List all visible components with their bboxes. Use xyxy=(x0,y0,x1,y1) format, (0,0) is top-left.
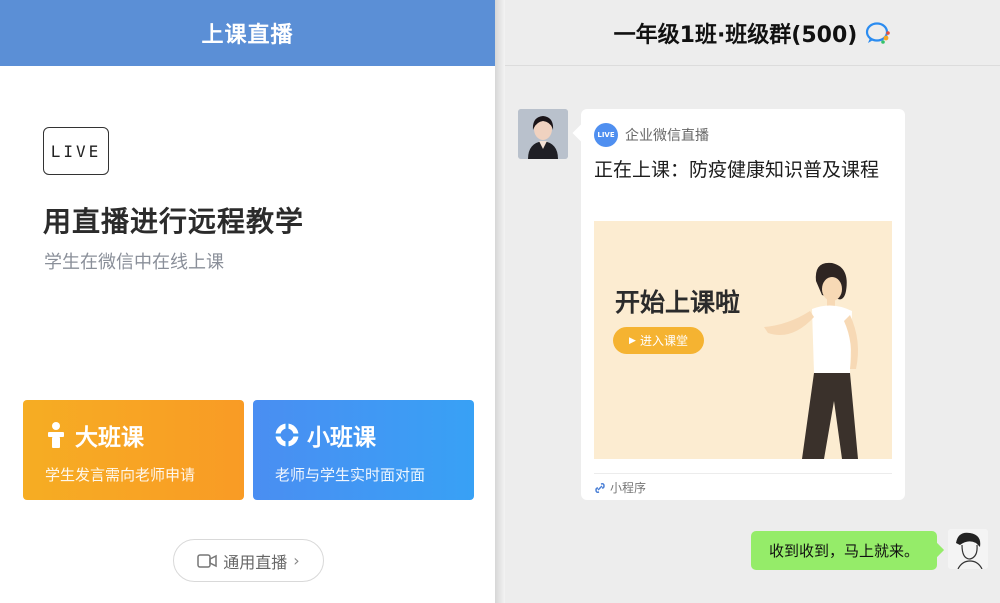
mini-program-row: 小程序 xyxy=(594,473,892,496)
banner-title: 开始上课啦 xyxy=(615,288,741,317)
big-class-button[interactable]: 大班课 学生发言需向老师申请 xyxy=(23,400,244,500)
small-class-title: 小班课 xyxy=(307,425,376,451)
chat-title: 一年级1班·班级群(500) xyxy=(613,22,858,48)
ring-icon xyxy=(275,423,299,447)
wecom-chat-icon xyxy=(866,21,891,44)
my-avatar[interactable] xyxy=(948,529,988,569)
live-badge-icon: LIVE xyxy=(594,123,618,147)
small-class-title-row: 小班课 xyxy=(275,418,452,452)
live-share-card[interactable]: LIVE 企业微信直播 正在上课：防疫健康知识普及课程 开始上课啦 ▶ 进入课堂 xyxy=(581,109,905,500)
general-live-label: 通用直播 xyxy=(223,552,288,572)
person-icon xyxy=(48,422,64,448)
small-class-button[interactable]: 小班课 老师与学生实时面对面 xyxy=(253,400,474,500)
feature-subtitle: 学生在微信中在线上课 xyxy=(44,252,224,273)
big-class-title-row: 大班课 xyxy=(45,418,222,452)
big-class-desc: 学生发言需向老师申请 xyxy=(45,466,196,484)
mini-program-label: 小程序 xyxy=(610,481,647,495)
chat-header: 一年级1班·班级群(500) xyxy=(505,0,1000,66)
reply-message-bubble[interactable]: 收到收到，马上就来。 xyxy=(751,531,937,570)
card-source: 企业微信直播 xyxy=(625,128,709,144)
card-banner[interactable]: 开始上课啦 ▶ 进入课堂 xyxy=(594,221,892,459)
feature-title: 用直播进行远程教学 xyxy=(43,205,305,238)
teacher-avatar[interactable] xyxy=(518,109,568,159)
teacher-illustration-icon xyxy=(764,262,858,459)
chevron-right-icon: › xyxy=(293,551,300,570)
live-logo-icon: LIVE xyxy=(43,127,109,175)
general-live-button[interactable]: 通用直播 › xyxy=(173,539,324,582)
page-title: 上课直播 xyxy=(0,0,495,66)
small-class-desc: 老师与学生实时面对面 xyxy=(275,466,426,484)
chat-panel: 一年级1班·班级群(500) LIVE 企业微信直播 正在上课：防疫健康知识普及… xyxy=(505,0,1000,603)
my-avatar-image xyxy=(948,529,988,569)
card-title: 正在上课：防疫健康知识普及课程 xyxy=(594,159,880,181)
link-icon xyxy=(595,482,605,493)
panel-divider xyxy=(495,0,505,603)
play-icon: ▶ xyxy=(629,335,636,346)
teacher-avatar-image xyxy=(518,109,568,159)
live-setup-panel: 上课直播 LIVE 用直播进行远程教学 学生在微信中在线上课 大班课 学生发言需… xyxy=(0,0,495,603)
big-class-title: 大班课 xyxy=(75,425,144,451)
enter-classroom-label: 进入课堂 xyxy=(639,334,688,348)
video-camera-icon xyxy=(197,553,218,568)
card-source-row: LIVE 企业微信直播 xyxy=(594,123,892,147)
enter-classroom-button[interactable]: ▶ 进入课堂 xyxy=(613,327,704,354)
app-root: 上课直播 LIVE 用直播进行远程教学 学生在微信中在线上课 大班课 学生发言需… xyxy=(0,0,1000,603)
